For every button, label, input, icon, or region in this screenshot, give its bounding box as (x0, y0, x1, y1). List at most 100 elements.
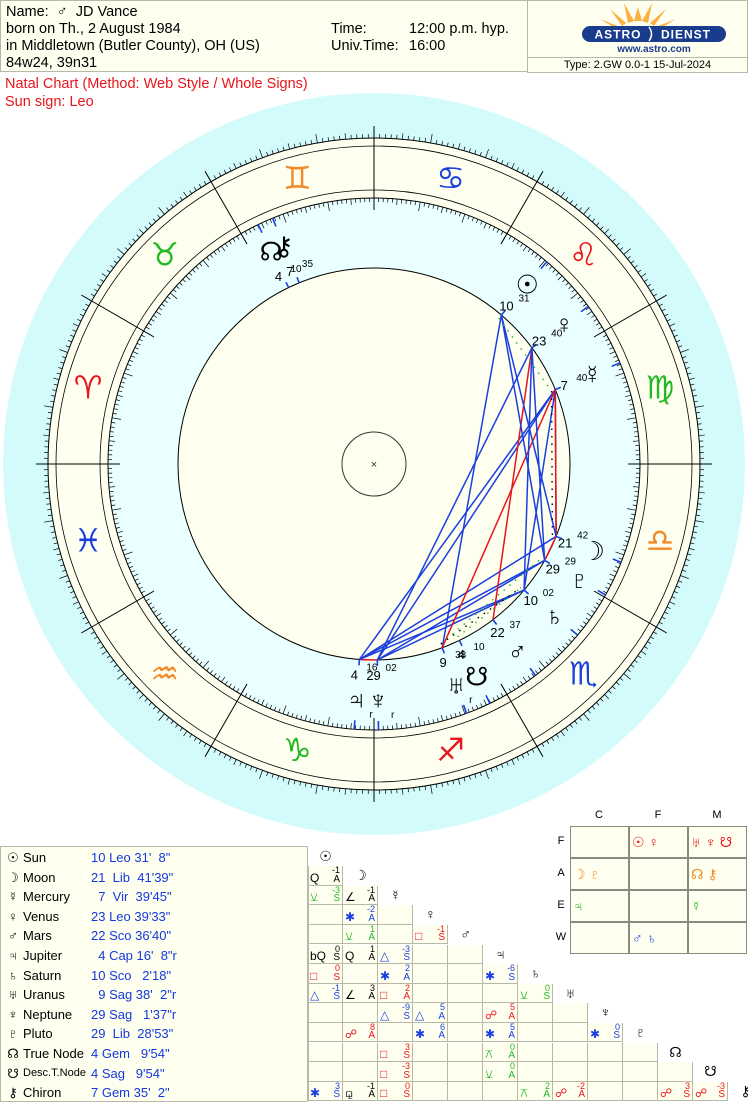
planet-glyph-desc-node: ☋︎ (465, 661, 488, 691)
aspect-cell (448, 1043, 483, 1063)
planet-glyph-pluto: ♇︎ (570, 565, 590, 595)
planet-icon: ♅︎ (5, 985, 21, 1005)
aspect-cell: Q-1A (308, 866, 343, 886)
aspect-cell (623, 1062, 658, 1082)
aspect-symbol: □ (380, 1068, 387, 1080)
planet-degree: 4 (458, 647, 465, 662)
time-label: Time: (331, 21, 367, 38)
grid-header-icon: ☽︎ (343, 866, 378, 886)
planet-degree: 4 (275, 269, 282, 284)
aspect-cell: ☍-3S (693, 1082, 728, 1102)
planet-minute: 42 (577, 531, 589, 542)
planet-name: Pluto (23, 1024, 53, 1044)
aspect-applying-separating: S (403, 1012, 410, 1022)
aspect-symbol: △ (380, 1009, 389, 1021)
aspect-symbol: ∠ (345, 989, 356, 1001)
grid-header-icon: ♆︎ (588, 1003, 623, 1023)
planet-glyph-jupiter: ♃︎ (347, 684, 367, 714)
sign-glyph-aries: ♈︎ (74, 369, 103, 405)
planet-name: Sun (23, 848, 46, 868)
mode-column-f: F (629, 809, 687, 821)
aspect-symbol: □ (380, 1048, 387, 1060)
time-value: 12:00 p.m. hyp. (409, 21, 509, 38)
aspect-cell: ⚺0A (483, 1062, 518, 1082)
aspect-cell: △-9S (378, 1003, 413, 1023)
aspect-applying-separating: A (543, 1090, 550, 1100)
aspect-symbol: bQ (310, 950, 326, 962)
aspect-cell (518, 1043, 553, 1063)
aspect-symbol: ⚻ (485, 1048, 493, 1060)
planet-minute: 02 (386, 663, 398, 674)
aspect-symbol: □ (380, 1087, 387, 1099)
planet-minute: 31 (518, 293, 530, 304)
aspect-applying-separating: S (613, 1031, 620, 1041)
planet-name: Uranus (23, 985, 65, 1005)
aspect-cell: ☍3S (658, 1082, 693, 1102)
astrodienst-logo[interactable]: ASTRO DIENST www.astro.com (527, 0, 748, 58)
aspect-cell (413, 984, 448, 1004)
aspect-applying-separating: S (333, 1090, 340, 1100)
aspect-applying-separating: S (543, 992, 550, 1002)
birth-date: born on Th., 2 August 1984 (6, 21, 181, 38)
element-cell (570, 826, 629, 858)
aspect-cell (623, 1082, 658, 1102)
aspect-cell (658, 1062, 693, 1082)
aspect-cell: ⚺1A (343, 925, 378, 945)
element-cell: ♅︎ ♆︎ ☋︎ (688, 826, 747, 858)
grid-header-icon: ☋︎ (693, 1062, 728, 1082)
planet-icon: ♄︎ (5, 966, 21, 986)
aspect-cell: ✱0S (588, 1023, 623, 1043)
planet-glyph-neptune: ♆︎ (368, 685, 388, 715)
chart-type-info: Type: 2.GW 0.0-1 15-Jul-2024 (527, 57, 748, 73)
aspect-symbol: ☍ (695, 1087, 707, 1099)
element-cell: ♂︎ ♄︎ (629, 922, 688, 954)
planet-name: Chiron (23, 1083, 61, 1103)
planet-position: 4 Cap 16' 8"r (91, 946, 177, 966)
aspect-applying-separating: S (333, 973, 340, 983)
aspect-cell (308, 925, 343, 945)
aspect-cell (308, 1062, 343, 1082)
aspect-cell (343, 1043, 378, 1063)
aspect-line (555, 390, 556, 537)
aspect-cell (448, 1062, 483, 1082)
aspect-cell (413, 945, 448, 965)
aspect-symbol: ☍ (555, 1087, 567, 1099)
planet-icon: ☿︎ (5, 887, 21, 907)
aspect-cell (553, 1062, 588, 1082)
aspect-symbol: □ (380, 989, 387, 1001)
sign-glyph-virgo: ♍︎ (646, 369, 675, 405)
grid-header-icon: ♃︎ (483, 945, 518, 965)
sign-glyph-scorpio: ♏︎ (569, 655, 598, 691)
mode-column-c: C (570, 809, 628, 821)
planet-position: 22 Sco 36'40" (91, 926, 171, 946)
planet-name: Jupiter (23, 946, 62, 966)
element-cell: ☉︎ ♀︎ (629, 826, 688, 858)
center-mark: × (371, 459, 377, 471)
aspect-cell (448, 945, 483, 965)
planet-row-mercury: ☿︎Mercury 7 Vir 39'45" (5, 887, 305, 907)
planet-row-moon: ☽︎Moon21 Lib 41'39" (5, 868, 305, 888)
element-cell (629, 890, 688, 922)
grid-header-icon: ♀︎ (413, 905, 448, 925)
aspect-cell: ∠3A (343, 984, 378, 1004)
planet-minute: 29 (565, 556, 577, 567)
aspect-cell (413, 1043, 448, 1063)
planet-icon: ♂︎ (5, 926, 21, 946)
aspect-applying-separating: A (333, 875, 340, 885)
aspect-applying-separating: S (403, 1051, 410, 1061)
aspect-applying-separating: A (508, 1012, 515, 1022)
planet-degree: 7 (286, 264, 293, 279)
aspect-applying-separating: S (403, 1071, 410, 1081)
aspect-symbol: Q (310, 872, 319, 884)
sign-glyph-pisces: ♓︎ (74, 523, 103, 559)
planet-glyph-saturn: ♄︎ (545, 601, 565, 631)
aspect-cell (553, 1023, 588, 1043)
grid-header-icon: ♇︎ (623, 1023, 658, 1043)
aspect-cell: □3S (378, 1043, 413, 1063)
planet-minute: 37 (510, 620, 522, 631)
aspect-symbol: Q (345, 950, 354, 962)
name-line: Name: ♂ JD Vance (6, 4, 138, 21)
planet-position: 23 Leo 39'33" (91, 907, 170, 927)
aspect-cell: Q1A (343, 945, 378, 965)
aspect-cell (588, 1062, 623, 1082)
